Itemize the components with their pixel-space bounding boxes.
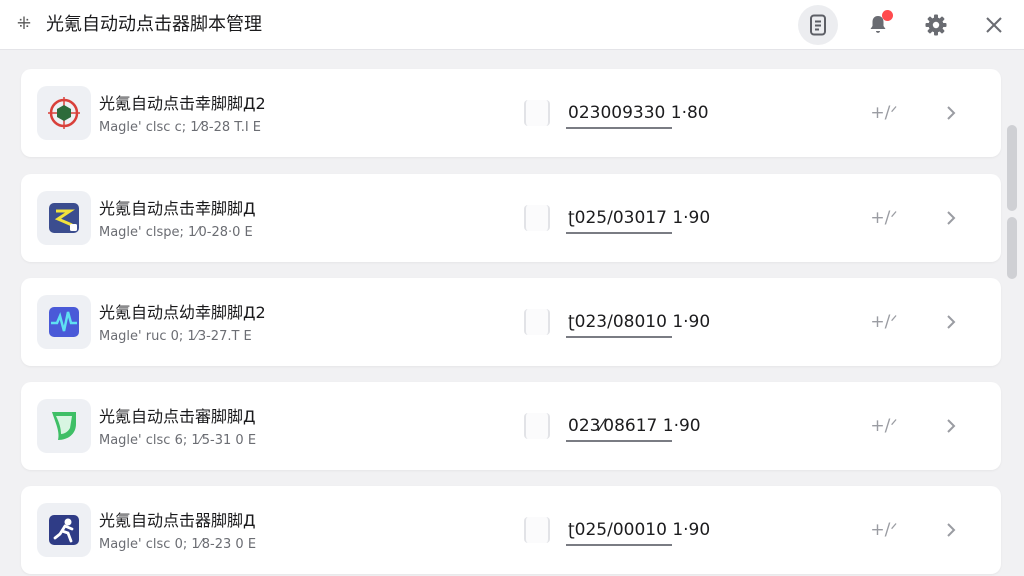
scrollbar-thumb[interactable] xyxy=(1007,125,1017,211)
scrollbar-track-segment[interactable] xyxy=(1007,217,1017,279)
chevron-right-icon[interactable] xyxy=(939,308,963,336)
leaf-icon xyxy=(52,412,76,440)
script-date: 023⁄08617 1·90 xyxy=(568,416,701,436)
edit-icon[interactable]: +/ᐟ xyxy=(861,516,907,544)
script-meta: Magle' ruc 0; 1⁄3-27.T E xyxy=(99,329,252,344)
edit-icon[interactable]: +/ᐟ xyxy=(861,99,907,127)
script-card[interactable]: 光氪自动点击審脚脚Д Magle' clsc 6; 1⁄5-31 0 E 023… xyxy=(21,382,1001,470)
script-name: 光氪自动点击器脚脚Д xyxy=(99,511,256,530)
script-thumbnail xyxy=(37,295,91,349)
edit-icon[interactable]: +/ᐟ xyxy=(861,412,907,440)
script-date: 023009330 1·80 xyxy=(568,103,709,123)
script-meta: Magle' clsc c; 1⁄8-28 T.I E xyxy=(99,120,262,135)
title-bar: ⁜ 光氪自动动点击器脚本管理 xyxy=(0,0,1024,50)
gear-icon xyxy=(925,14,947,36)
script-meta: Magle' clsc 0; 1⁄8-23 0 E xyxy=(99,537,257,552)
script-thumbnail xyxy=(37,399,91,453)
script-name: 光氪自动点击幸脚脚Д2 xyxy=(99,94,266,113)
script-card[interactable]: 光氪自动点幼幸脚脚Д2 Magle' ruc 0; 1⁄3-27.T E ʈ02… xyxy=(21,278,1001,366)
script-name: 光氪自动点击審脚脚Д xyxy=(99,407,256,426)
script-name: 光氪自动点幼幸脚脚Д2 xyxy=(99,303,266,322)
script-checkbox[interactable] xyxy=(524,205,550,231)
date-underline xyxy=(566,232,672,234)
script-card[interactable]: 光氪自动点击幸脚脚Д Magle' clspe; 1⁄0-28·0 E ʈ025… xyxy=(21,174,1001,262)
edit-icon[interactable]: +/ᐟ xyxy=(861,204,907,232)
script-card[interactable]: 光氪自动点击器脚脚Д Magle' clsc 0; 1⁄8-23 0 E ʈ02… xyxy=(21,486,1001,574)
script-thumbnail xyxy=(37,503,91,557)
document-icon xyxy=(810,14,826,36)
chevron-right-icon[interactable] xyxy=(939,516,963,544)
script-checkbox[interactable] xyxy=(524,413,550,439)
date-underline xyxy=(566,440,672,442)
script-date: ʈ025/00010 1·90 xyxy=(568,520,711,540)
runner-icon xyxy=(49,515,79,545)
edit-icon[interactable]: +/ᐟ xyxy=(861,308,907,336)
document-button[interactable] xyxy=(798,5,838,45)
pulse-icon xyxy=(49,307,79,337)
script-name: 光氪自动点击幸脚脚Д xyxy=(99,199,256,218)
target-icon xyxy=(48,97,80,129)
chevron-right-icon[interactable] xyxy=(939,99,963,127)
chevron-right-icon[interactable] xyxy=(939,204,963,232)
close-button[interactable] xyxy=(974,5,1014,45)
settings-button[interactable] xyxy=(916,5,956,45)
scrollbar[interactable] xyxy=(1005,125,1019,279)
script-card[interactable]: 光氪自动点击幸脚脚Д2 Magle' clsc c; 1⁄8-28 T.I E … xyxy=(21,69,1001,157)
script-thumbnail xyxy=(37,86,91,140)
script-meta: Magle' clsc 6; 1⁄5-31 0 E xyxy=(99,433,257,448)
window-title: 光氪自动动点击器脚本管理 xyxy=(46,14,262,35)
date-underline xyxy=(566,544,672,546)
script-date: ʈ025/03017 1·90 xyxy=(568,208,711,228)
script-thumbnail xyxy=(37,191,91,245)
script-checkbox[interactable] xyxy=(524,517,550,543)
notifications-button[interactable] xyxy=(858,5,898,45)
date-underline xyxy=(566,127,672,129)
script-date: ʈ023/08010 1·90 xyxy=(568,312,711,332)
asterisk-icon: ⁜ xyxy=(16,14,32,34)
script-meta: Magle' clspe; 1⁄0-28·0 E xyxy=(99,225,253,240)
date-underline xyxy=(566,336,672,338)
notification-badge xyxy=(882,10,893,21)
script-checkbox[interactable] xyxy=(524,100,550,126)
script-checkbox[interactable] xyxy=(524,309,550,335)
route-icon xyxy=(49,203,79,233)
chevron-right-icon[interactable] xyxy=(939,412,963,440)
close-icon xyxy=(986,17,1002,33)
